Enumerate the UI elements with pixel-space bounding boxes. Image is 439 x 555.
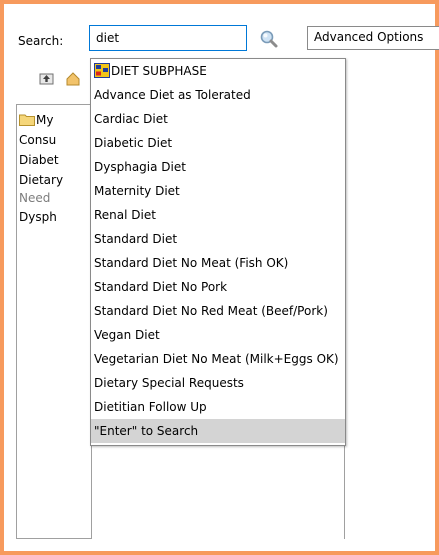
folder-tree-panel: My Consu Diabet Dietary Need Dysph <box>16 104 92 539</box>
suggestion-label: Maternity Diet <box>94 184 180 198</box>
suggestion-label: Dysphagia Diet <box>94 160 186 174</box>
suggestion-item[interactable]: Cardiac Diet <box>91 107 345 131</box>
suggestion-subphase-header[interactable]: DIET SUBPHASE <box>91 59 345 83</box>
suggestion-item[interactable]: Standard Diet No Meat (Fish OK) <box>91 251 345 275</box>
tree-item-label: Consu <box>19 133 57 147</box>
suggestion-item[interactable]: Dysphagia Diet <box>91 155 345 179</box>
tree-item[interactable]: My <box>19 113 53 133</box>
magnifier-icon[interactable] <box>258 28 280 50</box>
tree-item-label: Dysph <box>19 210 57 224</box>
folder-icon <box>19 113 35 129</box>
tree-item[interactable]: Need <box>19 191 50 211</box>
suggestion-item[interactable]: Dietary Special Requests <box>91 371 345 395</box>
suggestion-label: Diabetic Diet <box>94 136 173 150</box>
suggestion-item[interactable]: Vegetarian Diet No Meat (Milk+Eggs OK) <box>91 347 345 371</box>
suggestion-label: DIET SUBPHASE <box>111 64 207 78</box>
suggestion-item[interactable]: Standard Diet No Red Meat (Beef/Pork) <box>91 299 345 323</box>
suggestion-item[interactable]: Standard Diet <box>91 227 345 251</box>
folder-up-icon[interactable] <box>38 70 56 88</box>
suggestion-label: Standard Diet No Meat (Fish OK) <box>94 256 289 270</box>
tree-item[interactable]: Diabet <box>19 153 59 173</box>
suggestion-item[interactable]: Vegan Diet <box>91 323 345 347</box>
suggestion-label: Standard Diet No Pork <box>94 280 228 294</box>
advanced-options-dropdown[interactable]: Advanced Options <box>307 26 439 50</box>
suggestion-item[interactable]: Renal Diet <box>91 203 345 227</box>
suggestion-item[interactable]: Maternity Diet <box>91 179 345 203</box>
suggestion-label: Vegan Diet <box>94 328 160 342</box>
window-frame: Search: Advanced Options <box>0 0 439 555</box>
search-suggestions-dropdown: DIET SUBPHASE Advance Diet as Tolerated … <box>90 58 346 446</box>
enter-to-search-item[interactable]: "Enter" to Search <box>91 419 345 443</box>
suggestion-item[interactable]: Dietitian Follow Up <box>91 395 345 419</box>
suggestion-item[interactable]: Advance Diet as Tolerated <box>91 83 345 107</box>
search-label: Search: <box>18 34 64 48</box>
tree-item-label: Diabet <box>19 153 59 167</box>
tree-item[interactable]: Dysph <box>19 210 57 230</box>
suggestion-label: Advance Diet as Tolerated <box>94 88 251 102</box>
advanced-options-label: Advanced Options <box>314 30 424 44</box>
suggestion-label: Standard Diet <box>94 232 178 246</box>
suggestion-item[interactable]: Diabetic Diet <box>91 131 345 155</box>
tree-item-label: My <box>36 113 54 127</box>
subphase-icon <box>94 62 110 78</box>
details-panel <box>344 104 434 539</box>
search-input[interactable] <box>89 25 247 51</box>
tree-item[interactable]: Consu <box>19 133 56 153</box>
suggestion-item[interactable]: Standard Diet No Pork <box>91 275 345 299</box>
suggestion-label: Vegetarian Diet No Meat (Milk+Eggs OK) <box>94 352 339 366</box>
suggestion-label: Renal Diet <box>94 208 156 222</box>
suggestion-label: "Enter" to Search <box>94 424 199 438</box>
tree-item-label: Need <box>19 191 51 205</box>
suggestion-label: Standard Diet No Red Meat (Beef/Pork) <box>94 304 328 318</box>
tree-item[interactable]: Dietary <box>19 173 63 193</box>
home-icon[interactable] <box>64 70 82 88</box>
suggestion-label: Dietary Special Requests <box>94 376 244 390</box>
tree-item-label: Dietary <box>19 173 64 187</box>
suggestion-label: Dietitian Follow Up <box>94 400 207 414</box>
suggestion-label: Cardiac Diet <box>94 112 168 126</box>
